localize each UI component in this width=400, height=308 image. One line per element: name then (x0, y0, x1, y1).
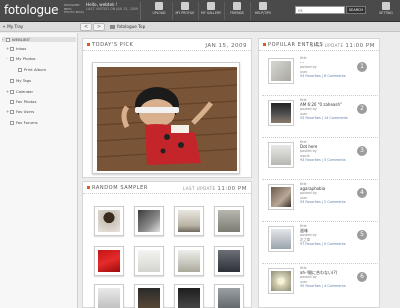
photo-thumbnail[interactable] (214, 206, 244, 236)
divider (262, 263, 378, 264)
user-icon (6, 38, 10, 42)
list-item[interactable]: title Dot here posted by wacik 93 Favori… (264, 140, 374, 178)
photo-image (97, 67, 237, 171)
list-item[interactable]: title 滋味 posted by 花之草 97 Favorites | 0 … (264, 224, 374, 262)
rank-badge: 5 (357, 230, 367, 240)
top-bar: fotologue DESIGNER BETA PHOTO BLOG Hello… (0, 0, 400, 22)
album-icon (18, 68, 22, 72)
home-icon (110, 25, 115, 29)
chevron-down-icon: ▾ (3, 24, 6, 29)
greeting: Hello, webtek ! LAST VISITED ON JAN 15, … (86, 2, 139, 11)
settings-button[interactable]: SETTING (374, 1, 398, 21)
photo-thumbnail[interactable] (268, 58, 294, 84)
photo-thumbnail[interactable] (134, 206, 164, 236)
photo-thumbnail[interactable] (94, 206, 124, 236)
sidebar-item-inbox[interactable]: + Inbox (6, 46, 26, 51)
panel-date: JAN 15, 2009 (205, 43, 247, 49)
list-item[interactable]: title agaraphobia posted by user 93 Favo… (264, 182, 374, 220)
tray-selector[interactable]: ▾ My Tray (3, 24, 23, 29)
rank-badge: 1 (357, 62, 367, 72)
photo-thumbnail[interactable] (268, 268, 294, 294)
my-profile-button[interactable]: MY PROFILE (173, 1, 197, 21)
photo-thumbnail[interactable] (268, 184, 294, 210)
rank-badge: 6 (357, 272, 367, 282)
photo-thumbnail[interactable] (174, 246, 204, 276)
profile-icon (181, 2, 189, 10)
divider (262, 179, 378, 180)
rank-badge: 4 (357, 188, 367, 198)
gallery-icon (207, 2, 215, 10)
todays-pick-photo[interactable] (92, 62, 240, 174)
photo-thumbnail[interactable] (214, 284, 244, 308)
sidebar-item-my-tags[interactable]: My Tags (10, 78, 31, 83)
upload-button[interactable]: UPLOAD (147, 1, 171, 21)
friends-icon (233, 2, 241, 10)
photo-thumbnail[interactable] (134, 246, 164, 276)
logo-tagline: DESIGNER BETA PHOTO BLOG (64, 3, 84, 14)
logo[interactable]: fotologue (4, 3, 59, 17)
sidebar-item-my-photos[interactable]: - My Photos (6, 56, 36, 61)
entry-info: title - - posted by user 93 Favorites | … (300, 56, 346, 79)
entry-info: title Dot here posted by wacik 93 Favori… (300, 140, 346, 163)
tag-icon (10, 79, 14, 83)
divider (262, 95, 378, 96)
divider (262, 137, 378, 138)
search-button[interactable]: SEARCH (346, 6, 366, 14)
sidebar: - WEBLIBIT + Inbox - My Photos Print Album … (0, 33, 78, 308)
photo-thumbnail[interactable] (174, 284, 204, 308)
gear-icon (382, 2, 390, 10)
photo-thumbnail[interactable] (174, 206, 204, 236)
entry-info: title agaraphobia posted by user 93 Favo… (300, 182, 346, 205)
panel-title: TODAY'S PICK (87, 42, 133, 48)
forum-icon (10, 121, 14, 125)
sidebar-item-print-album[interactable]: Print Album (18, 67, 46, 72)
sidebar-item-fav-users[interactable]: + Fav Users (6, 109, 34, 114)
breadcrumb[interactable]: fotologue Top (110, 24, 145, 29)
back-button[interactable]: < (80, 23, 92, 31)
calendar-icon (10, 90, 14, 94)
photo-thumbnail[interactable] (134, 284, 164, 308)
sidebar-item-fav-photos[interactable]: Fav Photos (10, 99, 36, 104)
folder-icon (10, 57, 14, 61)
inbox-icon (10, 47, 14, 51)
rank-badge: 2 (357, 104, 367, 114)
help-icon (259, 2, 267, 10)
star-icon (10, 100, 14, 104)
search-input[interactable] (295, 6, 345, 14)
list-item[interactable]: title ah-!間に合わない(?) posted by user 95 Fa… (264, 266, 374, 304)
panel-update-time: LAST UPDATE 11:00 PM (310, 43, 375, 49)
panel-header: RANDOM SAMPLER LAST UPDATE 11:00 PM (83, 182, 251, 194)
entry-info: title AM 6:20 "0 zaheash" posted by user… (300, 98, 348, 121)
list-item[interactable]: title AM 6:20 "0 zaheash" posted by user… (264, 98, 374, 136)
my-gallery-button[interactable]: MY GALLERY (199, 1, 223, 21)
photo-thumbnail[interactable] (214, 246, 244, 276)
divider (140, 2, 141, 20)
nav-bar: ▾ My Tray < > fotologue Top (0, 22, 400, 32)
entry-info: title 滋味 posted by 花之草 97 Favorites | 0 … (300, 224, 346, 247)
sidebar-item-calendar[interactable]: + Calendar (6, 89, 33, 94)
photo-thumbnail[interactable] (268, 142, 294, 168)
forward-button[interactable]: > (93, 23, 105, 31)
photo-thumbnail[interactable] (94, 284, 124, 308)
photo-thumbnail[interactable] (94, 246, 124, 276)
sidebar-item-user[interactable]: - WEBLIBIT (2, 37, 76, 42)
photo-thumbnail[interactable] (268, 226, 294, 252)
rank-badge: 3 (357, 146, 367, 156)
panel-header: TODAY'S PICK JAN 15, 2009 (83, 39, 251, 51)
help-tips-button[interactable]: HELP/TIPS (251, 1, 275, 21)
list-item[interactable]: title - - posted by user 93 Favorites | … (264, 56, 374, 94)
friends-button[interactable]: FRIENDS (225, 1, 249, 21)
panel-update-time: LAST UPDATE 11:00 PM (182, 186, 247, 192)
photo-thumbnail[interactable] (268, 100, 294, 126)
panel-header: POPULAR ENTRIES LAST UPDATE 11:00 PM (259, 39, 379, 51)
sidebar-item-fav-forums[interactable]: Fav Forums (10, 120, 38, 125)
users-icon (10, 110, 14, 114)
divider (262, 221, 378, 222)
upload-icon (155, 2, 163, 10)
entry-info: title ah-!間に合わない(?) posted by user 95 Fa… (300, 266, 346, 289)
panel-title: RANDOM SAMPLER (87, 185, 148, 191)
app-window: fotologue DESIGNER BETA PHOTO BLOG Hello… (0, 0, 400, 308)
